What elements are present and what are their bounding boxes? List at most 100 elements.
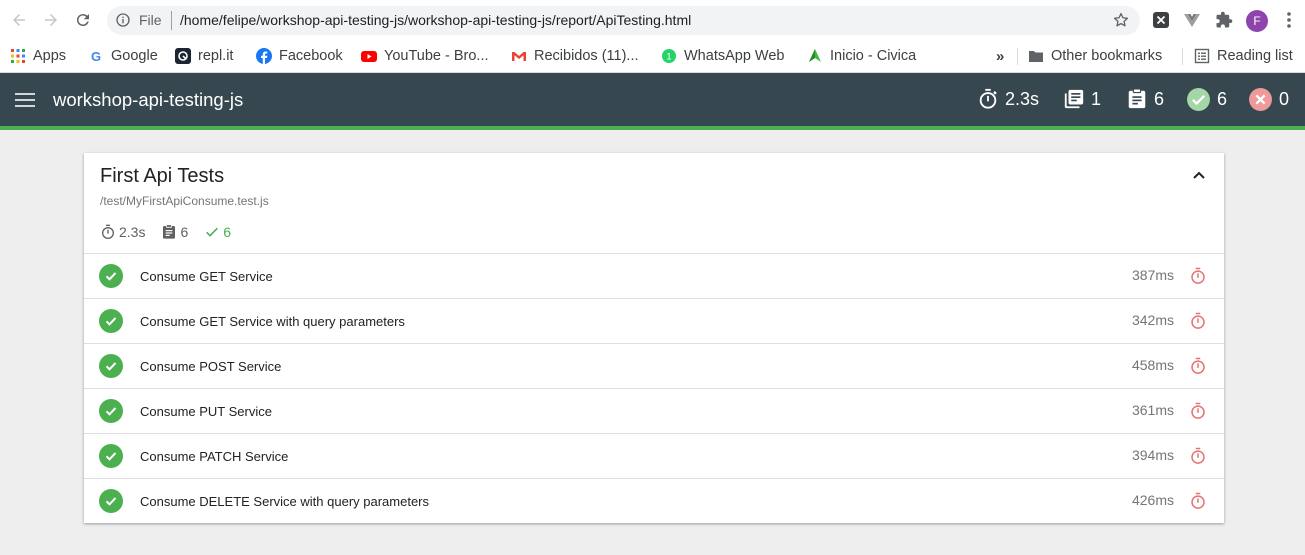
bookmark-replit[interactable]: repl.it [175, 45, 233, 67]
reading-list-label: Reading list [1217, 48, 1293, 64]
suite-tests-value: 6 [180, 224, 189, 240]
overflow-chevron-icon: » [996, 47, 1005, 65]
chevron-up-icon [1193, 171, 1205, 179]
test-duration: 394ms [1131, 447, 1174, 463]
test-title: Consume PUT Service [140, 404, 272, 419]
test-row[interactable]: Consume POST Service 458ms [84, 344, 1224, 389]
test-row[interactable]: Consume DELETE Service with query parame… [84, 479, 1224, 524]
test-title: Consume DELETE Service with query parame… [140, 494, 430, 509]
bookmark-divider [1182, 48, 1183, 65]
svg-text:G: G [91, 49, 101, 64]
bookmark-label: WhatsApp Web [684, 48, 785, 64]
check-icon [206, 227, 219, 237]
test-title: Consume GET Service with query parameter… [140, 314, 405, 329]
test-row[interactable]: Consume GET Service 387ms [84, 254, 1224, 299]
youtube-icon [361, 51, 377, 62]
browser-toolbar: File /home/felipe/workshop-api-testing-j… [0, 0, 1305, 40]
header-accent-line [0, 126, 1305, 130]
whatsapp-icon: 1 [662, 49, 676, 63]
pass-check-icon [99, 489, 123, 513]
stopwatch-icon [979, 88, 997, 109]
bookmark-civica[interactable]: Inicio - Civica [807, 45, 916, 67]
stat-tests-value: 6 [1154, 88, 1165, 109]
back-button[interactable] [8, 9, 30, 31]
report-title: workshop-api-testing-js [53, 89, 244, 110]
facebook-icon [256, 48, 272, 64]
other-bookmarks-label: Other bookmarks [1051, 48, 1163, 64]
extensions-button[interactable] [1215, 11, 1233, 29]
bookmarks-overflow-button[interactable]: » [996, 45, 1004, 67]
fail-circle-icon [1249, 87, 1272, 111]
bookmark-label: Apps [33, 48, 67, 64]
extension-vue-button[interactable] [1183, 11, 1201, 29]
stat-suites[interactable]: 1 [1063, 87, 1101, 111]
bookmark-star-icon[interactable] [1112, 11, 1130, 29]
bookmark-facebook[interactable]: Facebook [256, 45, 343, 67]
suite-stat-duration: 2.3s [100, 224, 145, 240]
suite-stats: 2.3s 6 6 [100, 223, 231, 241]
more-options-icon[interactable] [1282, 11, 1296, 29]
stat-passes-value: 6 [1217, 88, 1228, 109]
arrow-left-icon [13, 14, 25, 26]
bookmark-label: Facebook [279, 48, 343, 64]
suite-title: First Api Tests [100, 165, 225, 187]
address-bar[interactable]: File /home/felipe/workshop-api-testing-j… [107, 6, 1140, 35]
stat-duration[interactable]: 2.3s [977, 87, 1039, 111]
stopwatch-icon [102, 224, 114, 239]
pass-check-icon [99, 444, 123, 468]
test-title: Consume POST Service [140, 359, 282, 374]
test-duration: 342ms [1131, 312, 1174, 328]
bookmark-youtube[interactable]: YouTube - Bro... [361, 45, 489, 67]
arrow-right-icon [45, 14, 57, 26]
test-duration: 361ms [1131, 402, 1174, 418]
hamburger-menu-icon[interactable] [14, 92, 36, 108]
bookmark-gmail[interactable]: Recibidos (11)... [511, 45, 639, 67]
pass-check-icon [99, 309, 123, 333]
test-duration: 426ms [1131, 492, 1174, 508]
profile-avatar[interactable]: F [1246, 10, 1268, 32]
bookmark-label: Inicio - Civica [830, 48, 917, 64]
vue-devtools-icon [1184, 14, 1200, 27]
replit-icon [175, 48, 191, 64]
pass-check-icon [99, 264, 123, 288]
pass-check-icon [99, 399, 123, 423]
suite-stat-passes: 6 [204, 224, 231, 240]
info-icon[interactable] [115, 12, 131, 28]
test-duration: 387ms [1131, 267, 1174, 283]
timer-icon [1191, 357, 1205, 374]
timer-icon [1191, 267, 1205, 284]
timer-icon [1191, 312, 1205, 329]
folder-icon [1029, 51, 1043, 62]
suite-file-path: /test/MyFirstApiConsume.test.js [100, 194, 269, 208]
stat-passes[interactable]: 6 [1186, 87, 1227, 111]
bookmark-apps[interactable]: Apps [10, 45, 66, 67]
url-divider [171, 11, 172, 30]
stat-failures-value: 0 [1279, 88, 1290, 109]
collapse-suite-button[interactable] [1189, 165, 1209, 185]
x-extension-icon [1153, 12, 1169, 28]
test-row[interactable]: Consume PATCH Service 394ms [84, 434, 1224, 479]
suite-duration-value: 2.3s [119, 224, 146, 240]
extension-x-button[interactable] [1152, 11, 1170, 29]
bookmark-whatsapp[interactable]: 1 WhatsApp Web [661, 45, 784, 67]
url-text[interactable]: /home/felipe/workshop-api-testing-js/wor… [180, 12, 691, 28]
reload-button[interactable] [72, 9, 94, 31]
stat-duration-value: 2.3s [1005, 88, 1040, 109]
url-scheme: File [139, 12, 162, 28]
bookmark-label: repl.it [198, 48, 234, 64]
test-row[interactable]: Consume GET Service with query parameter… [84, 299, 1224, 344]
report-header: workshop-api-testing-js 2.3s 1 6 6 0 [0, 73, 1305, 126]
reading-list-button[interactable]: Reading list [1194, 45, 1293, 67]
apps-grid-icon [11, 49, 25, 63]
test-row[interactable]: Consume PUT Service 361ms [84, 389, 1224, 434]
forward-button[interactable] [40, 9, 62, 31]
bookmark-google[interactable]: G Google [88, 45, 158, 67]
suite-card: First Api Tests /test/MyFirstApiConsume.… [84, 153, 1224, 523]
stat-failures[interactable]: 0 [1248, 87, 1289, 111]
stat-tests[interactable]: 6 [1126, 87, 1164, 111]
library-books-icon [1064, 89, 1084, 109]
test-title: Consume GET Service [140, 269, 273, 284]
reading-list-icon [1194, 48, 1210, 64]
other-bookmarks-folder[interactable]: Other bookmarks [1028, 45, 1162, 67]
bookmarks-bar: Apps G Google repl.it Facebook YouTube -… [0, 40, 1305, 73]
